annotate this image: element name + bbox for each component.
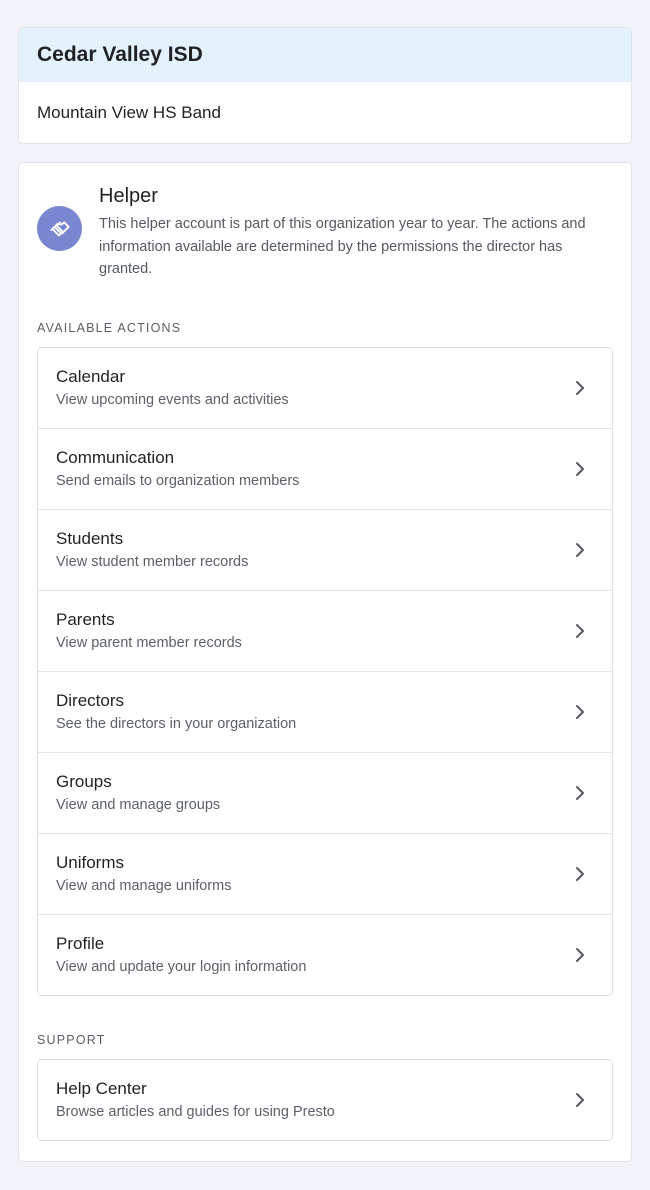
list-item-text: Help Center Browse articles and guides fo… bbox=[56, 1078, 335, 1122]
actions-list: Calendar View upcoming events and activit… bbox=[37, 346, 613, 996]
list-item-subtitle: Send emails to organization members bbox=[56, 472, 300, 489]
list-item-title: Help Center bbox=[56, 1078, 147, 1098]
list-item-help-center[interactable]: Help Center Browse articles and guides fo… bbox=[38, 1059, 612, 1140]
list-item-title: Students bbox=[56, 528, 124, 548]
chevron-right-icon bbox=[570, 945, 590, 965]
chevron-right-icon bbox=[570, 378, 590, 398]
list-item-uniforms[interactable]: Uniforms View and manage uniforms bbox=[38, 832, 612, 914]
available-actions-label: AVAILABLE ACTIONS bbox=[37, 320, 182, 335]
list-item-title: Parents bbox=[56, 609, 115, 629]
organization-card: Cedar Valley ISD Mountain View HS Band bbox=[18, 27, 632, 144]
handshake-icon bbox=[37, 206, 82, 251]
list-item-subtitle: View parent member records bbox=[56, 634, 242, 651]
list-item-subtitle: View and manage groups bbox=[56, 796, 221, 813]
program-name: Mountain View HS Band bbox=[19, 81, 631, 143]
helper-description: This helper account is part of this orga… bbox=[99, 216, 586, 277]
helper-title: Helper bbox=[99, 185, 158, 207]
list-item-title: Groups bbox=[56, 771, 112, 791]
list-item-profile[interactable]: Profile View and update your login inform… bbox=[38, 913, 612, 995]
list-item-subtitle: View upcoming events and activities bbox=[56, 391, 289, 408]
list-item-calendar[interactable]: Calendar View upcoming events and activit… bbox=[38, 347, 612, 428]
list-item-text: Calendar View upcoming events and activit… bbox=[56, 366, 289, 410]
list-item-text: Parents View parent member records bbox=[56, 609, 242, 653]
main-card: Helper This helper account is part of th… bbox=[18, 162, 632, 1162]
list-item-title: Communication bbox=[56, 447, 175, 467]
list-item-communication[interactable]: Communication Send emails to organization… bbox=[38, 427, 612, 509]
helper-info: Helper This helper account is part of th… bbox=[37, 183, 613, 281]
chevron-right-icon bbox=[570, 783, 590, 803]
chevron-right-icon bbox=[570, 864, 590, 884]
list-item-text: Groups View and manage groups bbox=[56, 771, 220, 815]
list-item-text: Directors See the directors in your organ… bbox=[56, 690, 296, 734]
page: Cedar Valley ISD Mountain View HS Band H… bbox=[0, 0, 650, 1190]
list-item-text: Students View student member records bbox=[56, 528, 248, 572]
list-item-title: Profile bbox=[56, 933, 105, 953]
list-item-title: Uniforms bbox=[56, 852, 125, 872]
list-item-groups[interactable]: Groups View and manage groups bbox=[38, 751, 612, 833]
list-item-text: Communication Send emails to organization… bbox=[56, 447, 299, 491]
list-item-title: Calendar bbox=[56, 366, 125, 386]
list-item-students[interactable]: Students View student member records bbox=[38, 508, 612, 590]
list-item-parents[interactable]: Parents View parent member records bbox=[38, 589, 612, 671]
list-item-subtitle: View and manage uniforms bbox=[56, 877, 232, 894]
helper-text: Helper This helper account is part of th… bbox=[99, 183, 613, 281]
chevron-right-icon bbox=[570, 621, 590, 641]
list-item-subtitle: View student member records bbox=[56, 553, 249, 570]
list-item-subtitle: View and update your login information bbox=[56, 958, 307, 975]
chevron-right-icon bbox=[570, 540, 590, 560]
organization-name: Cedar Valley ISD bbox=[19, 28, 631, 81]
support-list: Help Center Browse articles and guides fo… bbox=[37, 1058, 613, 1141]
chevron-right-icon bbox=[570, 459, 590, 479]
list-item-directors[interactable]: Directors See the directors in your organ… bbox=[38, 670, 612, 752]
chevron-right-icon bbox=[570, 702, 590, 722]
support-label: SUPPORT bbox=[37, 1032, 106, 1047]
list-item-subtitle: See the directors in your organization bbox=[56, 715, 297, 732]
list-item-title: Directors bbox=[56, 690, 125, 710]
list-item-subtitle: Browse articles and guides for using Pre… bbox=[56, 1103, 335, 1120]
list-item-text: Profile View and update your login inform… bbox=[56, 933, 306, 977]
chevron-right-icon bbox=[570, 1090, 590, 1110]
list-item-text: Uniforms View and manage uniforms bbox=[56, 852, 231, 896]
